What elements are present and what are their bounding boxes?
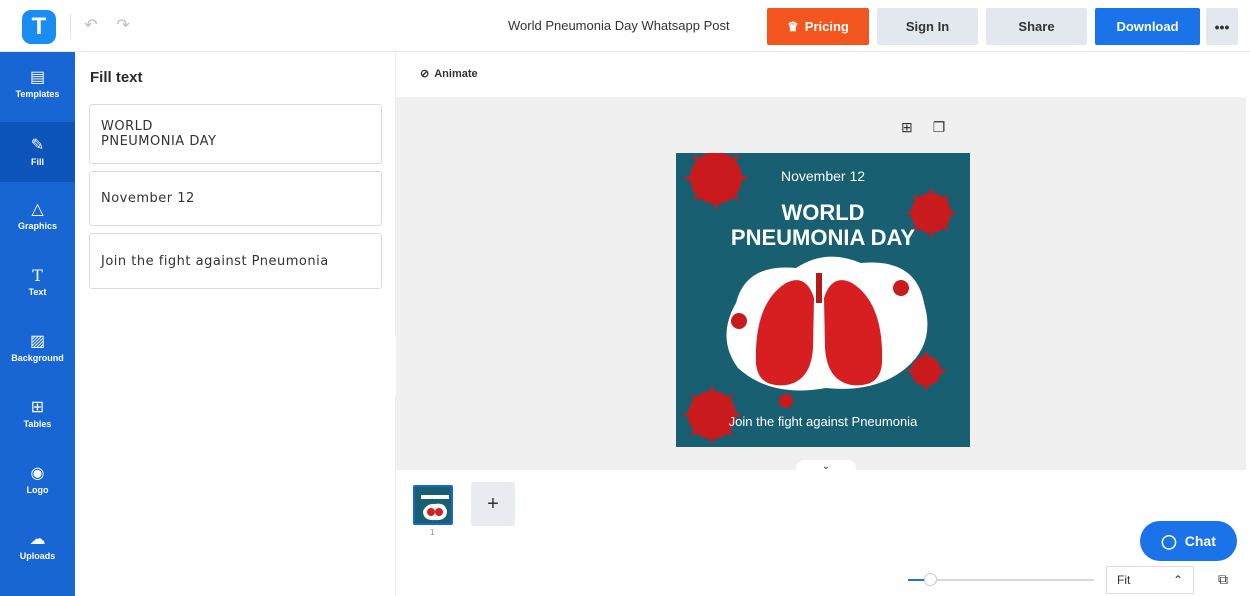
zoom-value: Fit bbox=[1117, 573, 1131, 587]
redo-icon[interactable]: ↷ bbox=[112, 14, 134, 36]
text-field-date[interactable]: November 12 bbox=[89, 171, 382, 226]
table-icon: ⊞ bbox=[30, 398, 45, 416]
rail-item-uploads[interactable]: ☁ Uploads bbox=[0, 516, 75, 576]
cloud-upload-icon: ☁ bbox=[29, 530, 46, 548]
text-field-tagline[interactable]: Join the fight against Pneumonia bbox=[89, 233, 382, 289]
pricing-button[interactable]: ♛ Pricing bbox=[767, 8, 869, 45]
zoom-slider-handle[interactable] bbox=[924, 573, 938, 586]
chat-label: Chat bbox=[1184, 533, 1216, 549]
shapes-icon: △ bbox=[31, 200, 44, 218]
download-button[interactable]: Download bbox=[1095, 8, 1200, 45]
design-canvas[interactable]: November 12 WORLD PNEUMONIA DAY Join the… bbox=[676, 153, 970, 447]
pricing-label: Pricing bbox=[804, 19, 849, 34]
add-element-icon[interactable]: ⊞ bbox=[901, 119, 913, 136]
animate-icon: ⊘ bbox=[420, 68, 430, 80]
rail-item-graphics[interactable]: △ Graphics bbox=[0, 186, 75, 246]
page-number: 1 bbox=[430, 528, 435, 537]
rail-label: Text bbox=[28, 286, 47, 297]
zoom-select[interactable]: Fit ⌃ bbox=[1106, 566, 1194, 594]
share-button[interactable]: Share bbox=[986, 8, 1087, 45]
rail-item-text[interactable]: T Text bbox=[0, 252, 75, 312]
crown-icon: ♛ bbox=[787, 18, 799, 34]
app-logo[interactable]: T bbox=[22, 10, 56, 44]
sign-in-button[interactable]: Sign In bbox=[877, 8, 978, 45]
animate-button[interactable]: ⊘ Animate bbox=[420, 67, 478, 81]
document-title[interactable]: World Pneumonia Day Whatsapp Post bbox=[508, 18, 730, 33]
logo-icon: ◉ bbox=[30, 464, 45, 482]
fill-text-panel: Fill text WORLD PNEUMONIA DAY November 1… bbox=[75, 52, 396, 596]
rail-label: Logo bbox=[26, 484, 49, 495]
background-icon: ▨ bbox=[29, 332, 46, 350]
rail-label: Background bbox=[11, 352, 64, 363]
expand-pages-button[interactable]: ⌄ bbox=[796, 460, 856, 476]
top-bar: T ↶ ↷ World Pneumonia Day Whatsapp Post … bbox=[0, 0, 1250, 52]
tool-rail: ▤ Templates ✎ Fill △ Graphics T Text ▨ B… bbox=[0, 52, 75, 596]
rail-item-fill[interactable]: ✎ Fill bbox=[0, 122, 75, 182]
panel-title: Fill text bbox=[90, 69, 143, 86]
page-tools: ⊞ ❐ bbox=[901, 119, 945, 136]
templates-icon: ▤ bbox=[29, 68, 46, 86]
design-date-text[interactable]: November 12 bbox=[676, 168, 970, 184]
animate-label: Animate bbox=[434, 67, 478, 80]
page-count-icon[interactable]: ⧉ bbox=[1213, 569, 1233, 589]
rail-label: Graphics bbox=[17, 220, 57, 231]
undo-icon[interactable]: ↶ bbox=[80, 14, 102, 36]
chat-bubble-icon: ◯ bbox=[1161, 532, 1177, 549]
thumbnail-preview bbox=[421, 495, 449, 521]
design-illustration bbox=[684, 153, 955, 443]
canvas-toolbar: ⊘ Animate bbox=[396, 52, 1250, 97]
rail-item-background[interactable]: ▨ Background bbox=[0, 318, 75, 378]
zoom-slider[interactable] bbox=[908, 573, 1094, 586]
rail-label: Fill bbox=[31, 156, 44, 167]
chevron-up-icon: ⌃ bbox=[1172, 573, 1183, 587]
rail-label: Templates bbox=[15, 88, 60, 99]
text-icon: T bbox=[32, 265, 43, 285]
rail-item-tables[interactable]: ⊞ Tables bbox=[0, 384, 75, 444]
text-field-title[interactable]: WORLD PNEUMONIA DAY bbox=[89, 104, 382, 164]
page-thumbnail[interactable] bbox=[413, 485, 453, 525]
design-title-text[interactable]: WORLD PNEUMONIA DAY bbox=[676, 200, 970, 250]
rail-item-logo[interactable]: ◉ Logo bbox=[0, 450, 75, 510]
design-tagline-text[interactable]: Join the fight against Pneumonia bbox=[676, 414, 970, 429]
chat-button[interactable]: ◯ Chat bbox=[1140, 521, 1237, 561]
pencil-icon: ✎ bbox=[30, 136, 45, 154]
duplicate-page-icon[interactable]: ❐ bbox=[933, 119, 946, 136]
more-options-button[interactable]: ••• bbox=[1206, 8, 1238, 45]
rail-item-templates[interactable]: ▤ Templates bbox=[0, 54, 75, 114]
rail-label: Uploads bbox=[19, 550, 56, 561]
toolbar-divider bbox=[70, 14, 71, 38]
add-page-button[interactable]: + bbox=[471, 482, 515, 526]
rail-label: Tables bbox=[23, 418, 52, 429]
